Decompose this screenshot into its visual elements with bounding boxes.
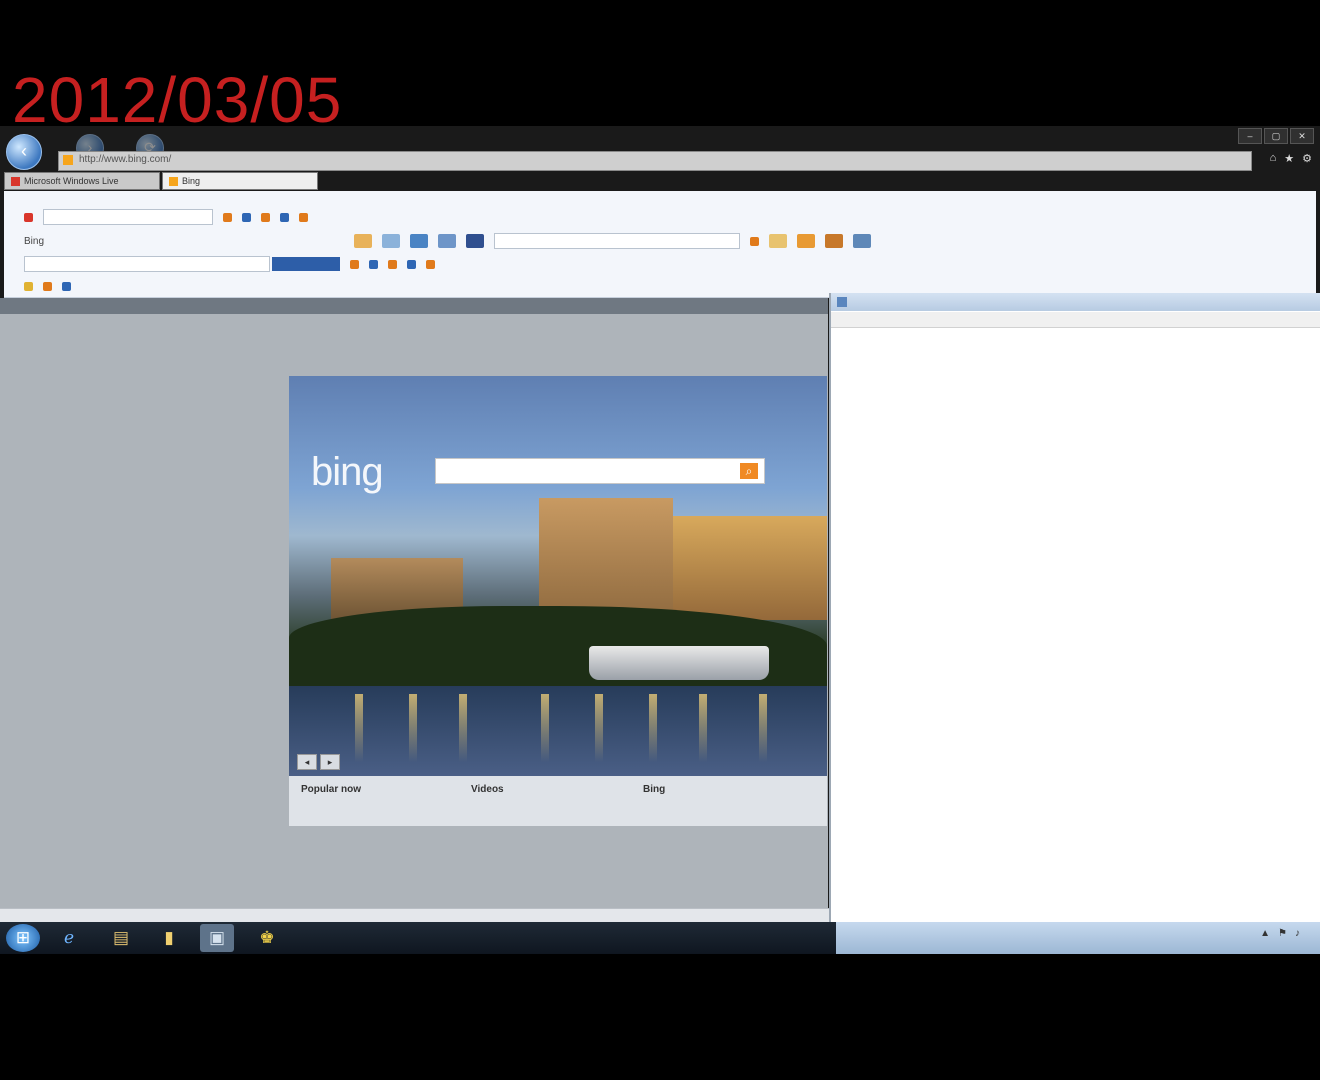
bookmark-icon[interactable] (426, 259, 435, 269)
app-icon[interactable]: ♚ (250, 924, 284, 952)
image-nav: ◂ ▸ (297, 754, 340, 770)
previous-image-button[interactable]: ◂ (297, 754, 317, 770)
boat (589, 646, 769, 680)
minimize-button[interactable]: – (1238, 128, 1262, 144)
toolbar-search-input[interactable] (43, 209, 213, 225)
light-reflection (759, 694, 767, 762)
toolbar-icon[interactable] (223, 212, 232, 222)
toolbar-row-3 (4, 254, 435, 274)
bookmark-icon[interactable] (407, 259, 416, 269)
facebook-icon[interactable] (466, 234, 485, 248)
bookmark-icon[interactable] (388, 259, 397, 269)
light-reflection (649, 694, 657, 762)
mail-icon[interactable] (853, 234, 872, 248)
search-field[interactable] (24, 256, 270, 272)
ie-icon[interactable]: ℯ (52, 924, 86, 952)
favorites-icon[interactable]: ★ (1284, 152, 1294, 165)
light-reflection (699, 694, 707, 762)
cloud-icon[interactable] (769, 234, 788, 248)
tab-windows-live[interactable]: Microsoft Windows Live (4, 172, 160, 190)
bing-toolbar-label: Bing (24, 235, 45, 247)
bookmark-icon[interactable] (350, 259, 359, 269)
bing-toolbar-search-input[interactable] (494, 233, 741, 249)
volume-icon[interactable]: ♪ (1295, 928, 1300, 939)
toolbar-icon[interactable] (280, 212, 289, 222)
favorite-link-icon[interactable] (62, 281, 71, 291)
search-icon[interactable]: ⌕ (740, 463, 758, 479)
search-button[interactable] (272, 257, 340, 271)
light-reflection (355, 694, 363, 762)
toolbar-icon[interactable] (299, 212, 308, 222)
tray-expand-icon[interactable]: ▲ (1260, 928, 1270, 939)
bing-search-box[interactable]: ⌕ (435, 458, 765, 484)
toolbar-icon[interactable] (261, 212, 270, 222)
tab-label: Bing (182, 176, 201, 186)
system-tray: ▲ ⚑ ♪ (1260, 928, 1300, 939)
home-icon[interactable]: ⌂ (1270, 152, 1277, 165)
status-bar (0, 908, 830, 923)
address-bar[interactable]: http://www.bing.com/ (58, 151, 1252, 171)
address-text: http://www.bing.com/ (79, 154, 172, 165)
toolbar-logo-icon (24, 212, 33, 222)
search-icon[interactable] (750, 236, 760, 246)
panel-title-bar (831, 293, 1320, 311)
background-building (673, 516, 827, 620)
news-icon[interactable] (438, 234, 457, 248)
toolbar-row-2: Bing (4, 231, 872, 251)
browser-tools: ⌂ ★ ⚙ (1270, 152, 1312, 165)
tab-favicon (11, 176, 20, 186)
taskbar-tray-area (836, 922, 1320, 954)
tab-bing[interactable]: Bing (162, 172, 318, 190)
date-stamp: 2012/03/05 (12, 64, 343, 136)
footer-column: Popular now (301, 784, 361, 799)
maximize-button[interactable]: ▢ (1264, 128, 1288, 144)
tab-label: Microsoft Windows Live (24, 176, 119, 186)
star-icon[interactable] (797, 234, 816, 248)
footer-column: Videos (471, 784, 504, 799)
footer-column-title[interactable]: Videos (471, 784, 504, 795)
footer-column: Bing (643, 784, 665, 799)
toolbar-area: Bing (4, 191, 1316, 298)
network-icon[interactable]: ⚑ (1278, 928, 1287, 939)
side-panel-window (829, 293, 1320, 925)
start-button[interactable]: ⊞ (6, 924, 40, 952)
background-building (539, 498, 673, 620)
back-arrow-icon[interactable]: ‹ (6, 134, 42, 170)
toolbar-row-1 (4, 207, 308, 227)
settings-icon[interactable]: ⚙ (1302, 152, 1312, 165)
footer-column-title[interactable]: Popular now (301, 784, 361, 795)
site-favicon (63, 155, 73, 165)
window-icon[interactable]: ▣ (200, 924, 234, 952)
folder-icon[interactable]: ▮ (152, 924, 186, 952)
tab-strip: Microsoft Windows Live Bing (4, 172, 318, 190)
bing-homepage: bing ⌕ ◂ ▸ (289, 376, 827, 776)
maps-icon[interactable] (382, 234, 401, 248)
tab-favicon (169, 176, 178, 186)
explorer-icon[interactable]: ▤ (104, 924, 138, 952)
favorite-link-icon[interactable] (43, 281, 52, 291)
close-button[interactable]: ✕ (1290, 128, 1314, 144)
light-reflection (541, 694, 549, 762)
bing-logo: bing (311, 450, 384, 494)
bookmark-icon[interactable] (369, 259, 378, 269)
favorites-bar (4, 276, 71, 296)
panel-menu-bar[interactable] (831, 312, 1320, 328)
toolbar-icon[interactable] (242, 212, 251, 222)
light-reflection (595, 694, 603, 762)
translate-icon[interactable] (825, 234, 844, 248)
river (289, 686, 827, 776)
panel-app-icon (837, 297, 847, 307)
favorites-star-icon[interactable] (24, 281, 33, 291)
next-image-button[interactable]: ▸ (320, 754, 340, 770)
weather-icon[interactable] (354, 234, 373, 248)
bing-footer: Popular now Videos Bing (289, 776, 827, 826)
stocks-icon[interactable] (410, 234, 429, 248)
page-header-bar (0, 298, 828, 314)
light-reflection (409, 694, 417, 762)
light-reflection (459, 694, 467, 762)
footer-column-title[interactable]: Bing (643, 784, 665, 795)
window-controls: – ▢ ✕ (1238, 128, 1314, 144)
